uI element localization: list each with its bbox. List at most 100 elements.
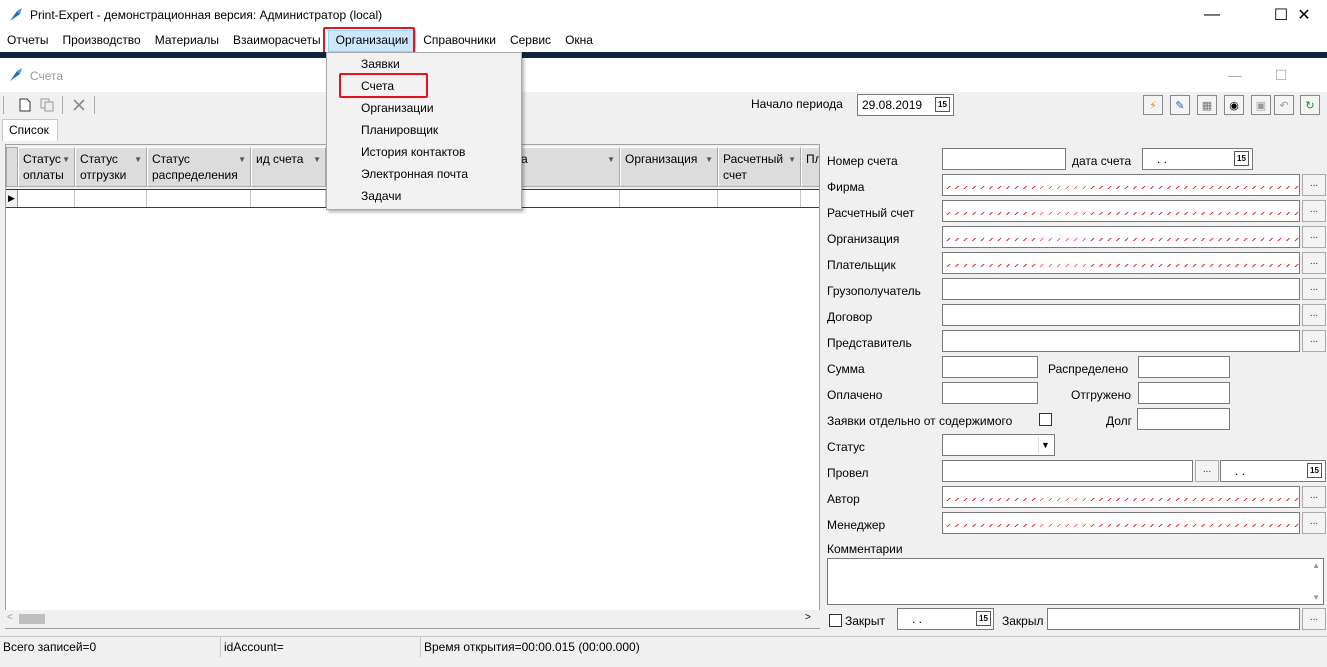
representative-browse-button[interactable]: ... — [1302, 330, 1326, 352]
menu-settlements[interactable]: Взаиморасчеты — [226, 30, 328, 52]
column-header-account[interactable]: Расчетный счет ▼ — [718, 147, 801, 187]
menu-service[interactable]: Сервис — [503, 30, 558, 52]
lightning-icon[interactable]: ⚡ — [1143, 95, 1163, 115]
column-label: Расчетный счет — [723, 152, 784, 182]
tab-list[interactable]: Список — [2, 119, 58, 141]
payer-field[interactable] — [942, 252, 1300, 274]
scroll-thumb[interactable] — [19, 614, 45, 624]
debt-field[interactable] — [1137, 408, 1230, 430]
sum-field[interactable] — [942, 356, 1038, 378]
closed-by-browse-button[interactable]: ... — [1302, 608, 1326, 630]
menu-item-contact-history[interactable]: История контактов — [361, 145, 465, 159]
calendar-icon[interactable]: 15 — [976, 611, 991, 626]
menu-item-email[interactable]: Электронная почта — [361, 167, 468, 181]
grid-horizontal-scrollbar[interactable]: < > — [5, 610, 820, 628]
table-cell[interactable] — [75, 190, 147, 207]
column-header-payment-status[interactable]: Статус оплаты ▼ — [18, 147, 75, 187]
invoice-date-field[interactable]: . . 15 — [1142, 148, 1253, 170]
chevron-down-icon[interactable]: ▼ — [1038, 437, 1052, 453]
invoices-window: Счета — ☐ Начало периода 29.08.2019 15 ⚡… — [0, 58, 1327, 667]
undo-icon[interactable]: ↶ — [1274, 95, 1294, 115]
table-cell[interactable] — [18, 190, 75, 207]
column-header-shipment-status[interactable]: Статус отгрузки ▼ — [75, 147, 147, 187]
scroll-up-icon[interactable]: ▲ — [1312, 561, 1320, 570]
manager-field[interactable] — [942, 512, 1300, 534]
organization-field[interactable] — [942, 226, 1300, 248]
closed-checkbox[interactable] — [829, 614, 842, 627]
payer-browse-button[interactable]: ... — [1302, 252, 1326, 274]
menu-references[interactable]: Справочники — [416, 30, 503, 52]
menu-materials[interactable]: Материалы — [148, 30, 226, 52]
posted-date-field[interactable]: . . 15 — [1220, 460, 1326, 482]
window-icon — [10, 68, 22, 81]
copy-icon[interactable] — [38, 96, 56, 114]
minimize-button[interactable]: — — [1189, 0, 1235, 30]
distributed-field[interactable] — [1138, 356, 1230, 378]
author-browse-button[interactable]: ... — [1302, 486, 1326, 508]
firm-browse-button[interactable]: ... — [1302, 174, 1326, 196]
menu-item-organizations[interactable]: Организации — [361, 101, 434, 115]
table-cell[interactable] — [620, 190, 718, 207]
posted-by-field[interactable] — [942, 460, 1193, 482]
shipped-field[interactable] — [1138, 382, 1230, 404]
author-field[interactable] — [942, 486, 1300, 508]
consignee-field[interactable] — [942, 278, 1300, 300]
comments-textarea[interactable]: ▲ ▼ — [827, 558, 1324, 605]
column-header-payer[interactable]: Пл — [801, 147, 819, 187]
calendar-icon[interactable]: 15 — [1307, 463, 1322, 478]
column-header-organization[interactable]: Организация ▼ — [620, 147, 718, 187]
table-cell[interactable] — [251, 190, 326, 207]
menu-item-requests[interactable]: Заявки — [361, 57, 400, 71]
child-minimize-button[interactable]: — — [1212, 58, 1258, 92]
closed-date-field[interactable]: . . 15 — [897, 608, 994, 630]
edit-icon[interactable]: ✎ — [1170, 95, 1190, 115]
close-button[interactable]: ✕ — [1281, 0, 1327, 30]
column-label: Организация — [625, 152, 698, 166]
refresh-icon[interactable]: ↻ — [1300, 95, 1320, 115]
manager-browse-button[interactable]: ... — [1302, 512, 1326, 534]
scroll-down-icon[interactable]: ▼ — [1312, 593, 1320, 602]
scroll-right-icon[interactable]: > — [805, 612, 811, 623]
hierarchy-icon[interactable]: ▦ — [1197, 95, 1217, 115]
contract-field[interactable] — [942, 304, 1300, 326]
toolbar-separator — [94, 96, 95, 114]
closed-by-field[interactable] — [1047, 608, 1300, 630]
column-header-invoice-id[interactable]: ид счета ▼ — [251, 147, 326, 187]
representative-field[interactable] — [942, 330, 1300, 352]
calendar-icon[interactable]: 15 — [1234, 151, 1249, 166]
consignee-browse-button[interactable]: ... — [1302, 278, 1326, 300]
account-browse-button[interactable]: ... — [1302, 200, 1326, 222]
menu-reports[interactable]: Отчеты — [0, 30, 55, 52]
status-select[interactable]: ▼ — [942, 434, 1055, 456]
table-cell[interactable] — [718, 190, 801, 207]
menubar: Отчеты Производство Материалы Взаиморасч… — [0, 30, 1327, 52]
menu-item-planner[interactable]: Планировщик — [361, 123, 438, 137]
organization-browse-button[interactable]: ... — [1302, 226, 1326, 248]
status-label: Статус — [827, 440, 865, 454]
period-start-field[interactable]: 29.08.2019 15 — [857, 94, 954, 116]
paid-field[interactable] — [942, 382, 1038, 404]
menu-item-tasks[interactable]: Задачи — [361, 189, 401, 203]
new-document-icon[interactable] — [16, 96, 34, 114]
calendar-icon[interactable]: 15 — [935, 97, 950, 112]
column-header-distribution-status[interactable]: Статус распределения ▼ — [147, 147, 251, 187]
scroll-left-icon[interactable]: < — [7, 612, 13, 623]
invoices-grid[interactable]: Статус оплаты ▼ Статус отгрузки ▼ Статус р… — [5, 144, 820, 629]
closed-date-value: . . — [912, 612, 923, 626]
invoice-date-label: дата счета — [1072, 154, 1132, 168]
contract-browse-button[interactable]: ... — [1302, 304, 1326, 326]
account-field[interactable] — [942, 200, 1300, 222]
distributed-label: Распределено — [1048, 362, 1129, 376]
firm-field[interactable] — [942, 174, 1300, 196]
invoice-number-field[interactable] — [942, 148, 1066, 170]
delete-icon[interactable] — [70, 96, 88, 114]
save-icon[interactable]: ▣ — [1251, 95, 1271, 115]
posted-browse-button[interactable]: ... — [1195, 460, 1219, 482]
separate-requests-checkbox[interactable] — [1039, 413, 1052, 426]
menu-windows[interactable]: Окна — [558, 30, 600, 52]
table-cell[interactable] — [147, 190, 251, 207]
child-maximize-button[interactable]: ☐ — [1258, 58, 1304, 92]
invoice-form: Номер счета дата счета . . 15 Фирма ... … — [823, 144, 1327, 634]
menu-production[interactable]: Производство — [55, 30, 147, 52]
binoculars-icon[interactable]: ◉ — [1224, 95, 1244, 115]
